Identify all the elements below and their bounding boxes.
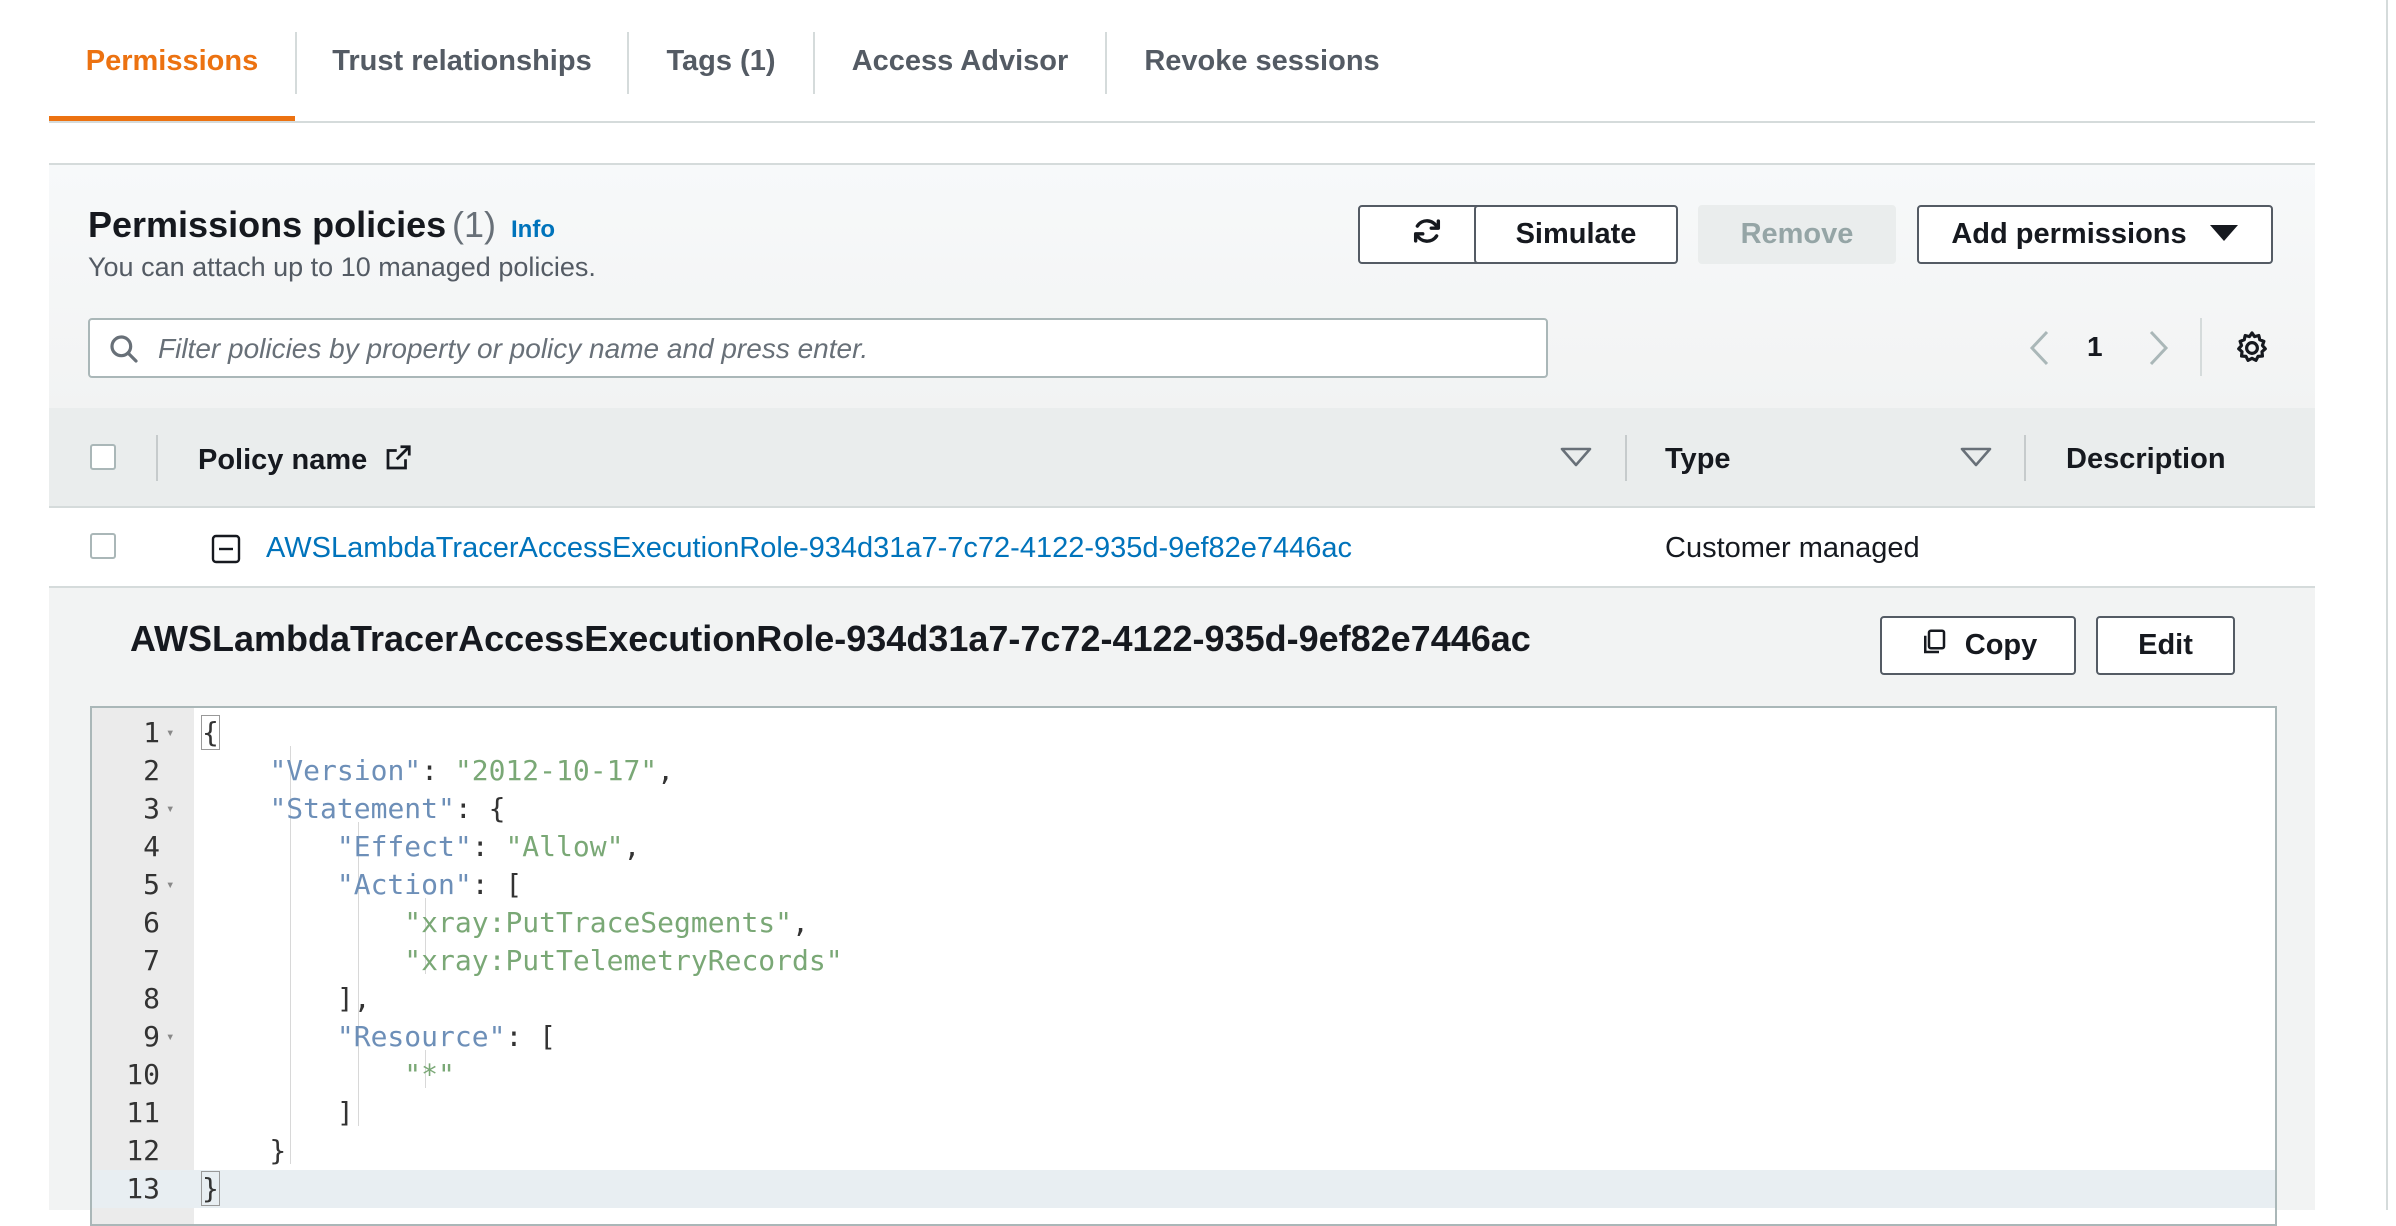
- search-icon: [108, 333, 140, 370]
- line-number: 13: [126, 1172, 160, 1205]
- row-checkbox[interactable]: [90, 533, 116, 559]
- line-number: 3: [143, 792, 160, 825]
- external-link-icon: [383, 445, 413, 480]
- edit-button[interactable]: Edit: [2096, 616, 2235, 675]
- code-line: 6 "xray:PutTraceSegments",: [92, 904, 2275, 942]
- line-number: 8: [143, 982, 160, 1015]
- previous-page-icon[interactable]: [2027, 329, 2051, 372]
- line-number: 1: [143, 716, 160, 749]
- policy-type: Customer managed: [1665, 532, 1920, 564]
- code-text: "Action": [: [336, 868, 523, 901]
- refresh-icon: [1410, 214, 1444, 256]
- copy-button[interactable]: Copy: [1880, 616, 2076, 675]
- policy-count: (1): [452, 204, 496, 245]
- code-line: 12 }: [92, 1132, 2275, 1170]
- code-line: 1 ▾ {: [92, 714, 2275, 752]
- line-number: 11: [126, 1096, 160, 1129]
- column-divider: [1625, 435, 1627, 481]
- collapse-icon[interactable]: [211, 534, 241, 569]
- tab-access-advisor[interactable]: Access Advisor: [815, 0, 1105, 122]
- code-text: "xray:PutTelemetryRecords": [404, 944, 843, 977]
- code-text: "Effect": "Allow",: [336, 830, 641, 863]
- search-input[interactable]: [156, 320, 1530, 378]
- column-header-type[interactable]: Type: [1665, 443, 1731, 476]
- code-line: 4 "Effect": "Allow",: [92, 828, 2275, 866]
- tab-tags[interactable]: Tags (1): [629, 0, 813, 122]
- tab-revoke-sessions[interactable]: Revoke sessions: [1107, 0, 1417, 122]
- line-number: 5: [143, 868, 160, 901]
- policy-json-editor[interactable]: 1 ▾{2 "Version": "2012-10-17", 3 ▾ "Stateme…: [90, 706, 2277, 1226]
- code-text: "Resource": [: [336, 1020, 557, 1053]
- line-number: 9: [143, 1020, 160, 1053]
- add-permissions-button[interactable]: Add permissions: [1917, 205, 2273, 264]
- policy-detail-title: AWSLambdaTracerAccessExecutionRole-934d3…: [130, 618, 1531, 659]
- code-text: "xray:PutTraceSegments",: [404, 906, 809, 939]
- code-text: "Version": "2012-10-17",: [269, 754, 675, 787]
- code-text: "*": [404, 1058, 455, 1091]
- line-number: 6: [143, 906, 160, 939]
- code-line: 11 ]: [92, 1094, 2275, 1132]
- line-number: 12: [126, 1134, 160, 1167]
- code-text: {: [201, 715, 220, 750]
- panel-title: Permissions policies: [88, 204, 447, 245]
- code-line: 8 ],: [92, 980, 2275, 1018]
- gear-icon[interactable]: [2233, 329, 2271, 372]
- code-line: 9 ▾ "Resource": [: [92, 1018, 2275, 1056]
- page-scrollbar[interactable]: [2386, 0, 2388, 1210]
- simulate-button[interactable]: Simulate: [1474, 205, 1678, 264]
- column-divider: [156, 435, 158, 481]
- next-page-icon[interactable]: [2147, 329, 2171, 372]
- add-permissions-label: Add permissions: [1951, 218, 2187, 250]
- copy-icon: [1919, 627, 1949, 665]
- line-number: 2: [143, 754, 160, 787]
- sort-type-icon[interactable]: [1960, 446, 1992, 473]
- line-number: 4: [143, 830, 160, 863]
- code-text: }: [201, 1171, 220, 1206]
- current-page[interactable]: 1: [2087, 331, 2103, 363]
- code-text: }: [202, 1134, 287, 1167]
- column-divider: [2024, 435, 2026, 481]
- policy-name-link[interactable]: AWSLambdaTracerAccessExecutionRole-934d3…: [266, 532, 1352, 565]
- column-header-description: Description: [2066, 443, 2226, 475]
- code-line: 10 "*": [92, 1056, 2275, 1094]
- code-line: 7 "xray:PutTelemetryRecords": [92, 942, 2275, 980]
- remove-button[interactable]: Remove: [1698, 205, 1896, 264]
- code-line: 2 "Version": "2012-10-17",: [92, 752, 2275, 790]
- pagination-divider: [2200, 318, 2202, 376]
- code-text: ],: [202, 982, 371, 1015]
- column-header-policy-name[interactable]: Policy name: [198, 443, 413, 481]
- caret-down-icon: [2209, 218, 2239, 251]
- tabs-border: [49, 121, 2315, 123]
- fold-arrow-icon[interactable]: ▾: [166, 714, 174, 752]
- code-text: ]: [202, 1096, 354, 1129]
- fold-arrow-icon[interactable]: ▾: [166, 1018, 174, 1056]
- select-all-checkbox[interactable]: [90, 444, 116, 470]
- table-header-border: [49, 506, 2315, 508]
- line-number: 10: [126, 1058, 160, 1091]
- fold-arrow-icon[interactable]: ▾: [166, 866, 174, 904]
- sort-policy-name-icon[interactable]: [1560, 446, 1592, 473]
- panel-subtitle: You can attach up to 10 managed policies…: [88, 252, 596, 282]
- info-link[interactable]: Info: [511, 216, 555, 244]
- code-text: "Statement": {: [269, 792, 506, 825]
- copy-label: Copy: [1964, 629, 2038, 661]
- policy-filter[interactable]: [88, 318, 1548, 378]
- fold-arrow-icon[interactable]: ▾: [166, 790, 174, 828]
- tab-trust-relationships[interactable]: Trust relationships: [297, 0, 627, 122]
- line-number: 7: [143, 944, 160, 977]
- code-line: 3 ▾ "Statement": {: [92, 790, 2275, 828]
- code-line: 5 ▾ "Action": [: [92, 866, 2275, 904]
- tab-permissions[interactable]: Permissions: [49, 0, 295, 122]
- code-line: 13}: [92, 1170, 2275, 1208]
